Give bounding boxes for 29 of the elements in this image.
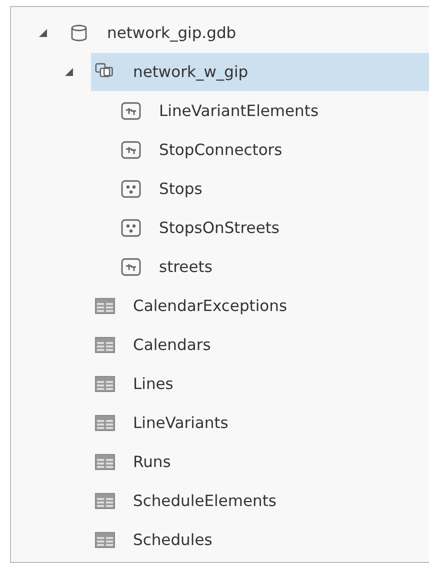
database-icon xyxy=(69,22,89,42)
table-icon xyxy=(95,532,115,548)
tree-item[interactable]: LineVariants xyxy=(91,404,429,442)
tree-item[interactable]: Runs xyxy=(91,442,429,480)
tree-item[interactable]: streets xyxy=(117,248,429,286)
table-icon xyxy=(95,454,115,470)
tree-item[interactable]: CalendarExceptions xyxy=(91,286,429,324)
tree-item[interactable]: StopConnectors xyxy=(117,130,429,168)
tree-item[interactable]: StopsOnStreets xyxy=(117,208,429,246)
line-feature-icon xyxy=(121,140,141,158)
table-icon xyxy=(95,336,115,352)
tree-item[interactable]: ScheduleElements xyxy=(91,482,429,520)
tree-item[interactable]: network_gip.gdb xyxy=(65,14,429,52)
tree-item[interactable]: network_w_gip xyxy=(91,52,429,90)
line-feature-icon xyxy=(121,258,141,276)
tree-item[interactable]: Schedules xyxy=(91,520,429,558)
expander-icon[interactable] xyxy=(39,28,47,36)
table-icon xyxy=(95,376,115,392)
table-icon xyxy=(95,414,115,430)
point-feature-icon xyxy=(121,180,141,198)
expander-icon[interactable] xyxy=(65,68,73,76)
tree-item[interactable]: Lines xyxy=(91,364,429,402)
table-icon xyxy=(95,298,115,314)
line-feature-icon xyxy=(121,102,141,120)
table-icon xyxy=(95,492,115,508)
tree-item[interactable]: Calendars xyxy=(91,326,429,364)
tree-item[interactable]: LineVariantElements xyxy=(117,92,429,130)
tree-item[interactable]: Stops xyxy=(117,170,429,208)
point-feature-icon xyxy=(121,218,141,236)
